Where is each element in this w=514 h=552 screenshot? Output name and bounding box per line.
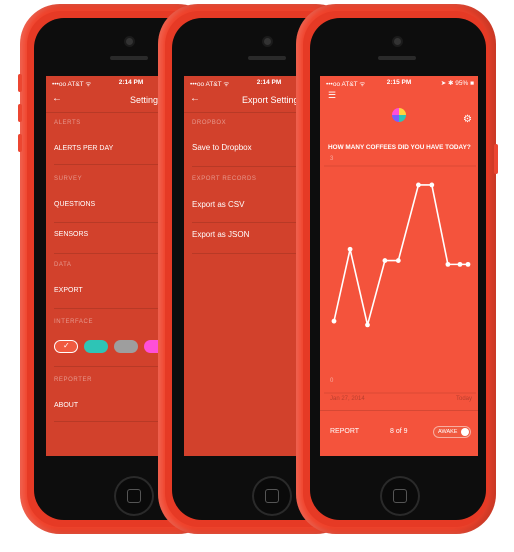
status-right: ➤ ✱ 95% ■	[440, 80, 474, 87]
page-title: Export Settings	[242, 95, 304, 105]
date-end-label: Today	[455, 396, 472, 402]
page-indicator: 8 of 9	[390, 428, 408, 435]
section-interface: INTERFACE	[54, 319, 94, 325]
section-alerts: ALERTS	[54, 120, 81, 126]
volume-button	[18, 134, 22, 152]
export-json[interactable]: Export as JSON	[192, 230, 249, 239]
data-point-8	[457, 261, 463, 267]
data-point-1	[347, 246, 353, 252]
report-screen: •••oo AT&T ᯤ 2:15 PM ➤ ✱ 95% ■ ☰ ⚙ HOW M…	[320, 76, 478, 456]
speaker	[378, 56, 416, 60]
section-export-records: EXPORT RECORDS	[192, 176, 257, 182]
home-square-icon	[393, 489, 407, 503]
home-button[interactable]	[252, 476, 292, 516]
settings-item-alerts-per-day[interactable]: ALERTS PER DAY	[54, 145, 113, 152]
coffee-chart	[324, 165, 476, 394]
date-start-label: Jan 27, 2014	[330, 396, 365, 402]
volume-button	[18, 104, 22, 122]
question-title: HOW MANY COFFEES DID YOU HAVE TODAY?	[328, 144, 471, 151]
data-point-7	[445, 261, 451, 267]
speaker	[110, 56, 148, 60]
data-point-9	[465, 261, 471, 267]
status-bar: •••oo AT&T ᯤ 2:15 PM ➤ ✱ 95% ■	[320, 76, 478, 88]
home-button[interactable]	[380, 476, 420, 516]
data-point-4	[395, 258, 401, 263]
report-tab[interactable]: REPORT	[330, 428, 359, 435]
data-point-2	[365, 322, 370, 328]
color-swatch-gray[interactable]	[114, 340, 138, 353]
camera	[394, 38, 401, 45]
data-point-5	[416, 182, 421, 188]
settings-item-export[interactable]: EXPORT	[54, 287, 83, 294]
gear-icon[interactable]: ⚙	[463, 114, 472, 125]
volume-button	[18, 74, 22, 92]
divider	[320, 410, 478, 411]
section-data: DATA	[54, 262, 72, 268]
home-button[interactable]	[114, 476, 154, 516]
menu-icon[interactable]: ☰	[328, 90, 336, 101]
back-arrow-icon[interactable]: ←	[190, 93, 200, 104]
phone-report: •••oo AT&T ᯤ 2:15 PM ➤ ✱ 95% ■ ☰ ⚙ HOW M…	[296, 4, 498, 534]
settings-item-sensors[interactable]: SENSORS	[54, 231, 88, 238]
toggle-label: AWAKE	[438, 429, 458, 435]
app-logo-icon	[392, 108, 406, 122]
section-reporter: REPORTER	[54, 377, 93, 383]
toggle-knob	[461, 428, 469, 436]
home-square-icon	[127, 489, 141, 503]
data-point-3	[382, 258, 388, 263]
settings-item-questions[interactable]: QUESTIONS	[54, 201, 95, 208]
save-to-dropbox[interactable]: Save to Dropbox	[192, 143, 252, 152]
settings-item-about[interactable]: ABOUT	[54, 402, 78, 409]
awake-toggle[interactable]: AWAKE	[433, 426, 471, 438]
home-square-icon	[265, 489, 279, 503]
series-line	[333, 184, 468, 326]
back-arrow-icon[interactable]: ←	[52, 93, 62, 104]
point-group	[331, 182, 471, 328]
phone-bezel: •••oo AT&T ᯤ 2:15 PM ➤ ✱ 95% ■ ☰ ⚙ HOW M…	[310, 18, 486, 520]
section-survey: SURVEY	[54, 176, 83, 182]
speaker	[248, 56, 286, 60]
data-point-6	[429, 182, 435, 188]
camera	[264, 38, 271, 45]
power-button	[494, 144, 498, 174]
export-csv[interactable]: Export as CSV	[192, 200, 244, 209]
data-point-0	[331, 318, 337, 324]
check-icon: ✓	[63, 341, 70, 350]
camera	[126, 38, 133, 45]
section-dropbox: DROPBOX	[192, 120, 227, 126]
color-swatch-red[interactable]: ✓	[54, 340, 78, 353]
color-swatch-teal[interactable]	[84, 340, 108, 353]
